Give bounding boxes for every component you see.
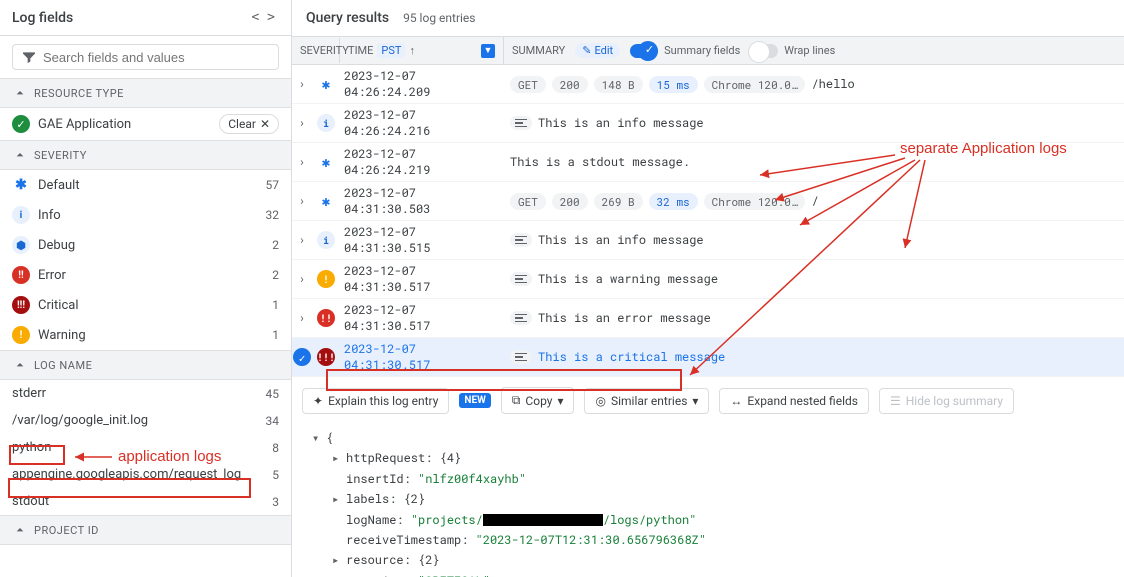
timestamp: 2023-12-07 04:31:30.503 bbox=[340, 185, 504, 217]
severity-icon: !!! bbox=[317, 348, 335, 366]
search-input-wrap[interactable] bbox=[12, 44, 279, 70]
log-detail-json: ▾{ ▸httpRequest: {4} insertId: "nlfz00f4… bbox=[292, 424, 1124, 577]
log-message: This is a warning message bbox=[504, 271, 1124, 287]
expand-icon[interactable]: › bbox=[292, 310, 312, 326]
resource-type-item[interactable]: ✓GAE Application Clear✕ bbox=[0, 108, 291, 140]
asterisk-icon: ✱ bbox=[12, 176, 30, 194]
detail-toolbar: ✦ Explain this log entry NEW ⧉ Copy ▾ ◎ … bbox=[292, 377, 1124, 424]
log-list: › ✱ 2023-12-07 04:26:24.209GET200148 B15 m… bbox=[292, 65, 1124, 377]
entry-count: 95 log entries bbox=[403, 11, 475, 25]
log-row[interactable]: › ✱ 2023-12-07 04:26:24.209GET200148 B15 m… bbox=[292, 65, 1124, 104]
severity-icon: i bbox=[317, 114, 335, 132]
warning-icon: ! bbox=[12, 326, 30, 344]
debug-icon: ⬢ bbox=[12, 236, 30, 254]
timestamp: 2023-12-07 04:31:30.517 bbox=[340, 341, 504, 373]
summary-fields-toggle[interactable] bbox=[630, 44, 658, 58]
column-header: SEVERITY TIME PST ↑ ▼ SUMMARY ✎ Edit Sum… bbox=[292, 37, 1124, 65]
log-message: This is an info message bbox=[504, 115, 1124, 131]
copy-button[interactable]: ⧉ Copy ▾ bbox=[501, 387, 575, 414]
log-row[interactable]: › i 2023-12-07 04:31:30.515This is an info… bbox=[292, 221, 1124, 260]
expand-icon[interactable]: › bbox=[292, 232, 312, 248]
timestamp: 2023-12-07 04:26:24.209 bbox=[340, 68, 504, 100]
log-message: This is a stdout message. bbox=[504, 154, 1124, 170]
log-message: This is an info message bbox=[504, 232, 1124, 248]
code-toggle-icon[interactable]: < > bbox=[248, 8, 279, 27]
chevron-up-icon bbox=[12, 522, 28, 538]
expand-icon[interactable]: › bbox=[292, 154, 312, 170]
search-input[interactable] bbox=[43, 50, 270, 65]
severity-icon: ! bbox=[317, 270, 335, 288]
col-summary: SUMMARY ✎ Edit Summary fields Wrap lines bbox=[504, 39, 1124, 62]
expand-icon[interactable]: › bbox=[292, 115, 312, 131]
sidebar-header: Log fields < > bbox=[0, 0, 291, 36]
sev-critical[interactable]: !!!Critical1 bbox=[0, 290, 291, 320]
main-header: Query results 95 log entries bbox=[292, 0, 1124, 37]
hide-summary-button[interactable]: ☰ Hide log summary bbox=[879, 388, 1014, 414]
section-project-id[interactable]: PROJECT ID bbox=[0, 515, 291, 545]
new-badge: NEW bbox=[459, 393, 490, 408]
severity-icon: ✱ bbox=[317, 153, 335, 171]
logname-python[interactable]: python8 bbox=[0, 434, 291, 461]
timestamp: 2023-12-07 04:26:24.216 bbox=[340, 107, 504, 139]
critical-icon: !!! bbox=[12, 296, 30, 314]
severity-icon: i bbox=[317, 231, 335, 249]
log-row[interactable]: ✓!!! 2023-12-07 04:31:30.517This is a cri… bbox=[292, 338, 1124, 377]
clear-chip[interactable]: Clear✕ bbox=[219, 114, 279, 134]
explain-button[interactable]: ✦ Explain this log entry bbox=[302, 388, 449, 414]
time-dropdown-icon[interactable]: ▼ bbox=[481, 44, 495, 58]
severity-icon: ✱ bbox=[317, 75, 335, 93]
log-message: GET200269 B32 msChrome 120.0…/ bbox=[504, 193, 1124, 210]
col-time[interactable]: TIME PST ↑ ▼ bbox=[340, 37, 504, 64]
edit-chip[interactable]: ✎ Edit bbox=[575, 43, 620, 58]
expand-icon[interactable]: › bbox=[292, 76, 312, 92]
wrap-lines-toggle[interactable] bbox=[750, 44, 778, 58]
section-log-name[interactable]: LOG NAME bbox=[0, 350, 291, 380]
sidebar-title: Log fields bbox=[12, 10, 73, 26]
sev-default[interactable]: ✱Default57 bbox=[0, 170, 291, 200]
log-message: This is an error message bbox=[504, 310, 1124, 326]
log-row[interactable]: › ✱ 2023-12-07 04:26:24.219This is a stdou… bbox=[292, 143, 1124, 182]
section-resource-type[interactable]: RESOURCE TYPE bbox=[0, 78, 291, 108]
query-results-title: Query results bbox=[306, 10, 389, 26]
sidebar: Log fields < > RESOURCE TYPE ✓GAE Applic… bbox=[0, 0, 292, 577]
expand-button[interactable]: ↔ Expand nested fields bbox=[719, 388, 869, 414]
logname-requestlog[interactable]: appengine.googleapis.com/request_log5 bbox=[0, 461, 291, 488]
col-severity[interactable]: SEVERITY bbox=[292, 38, 340, 63]
chevron-up-icon bbox=[12, 85, 28, 101]
log-message: GET200148 B15 msChrome 120.0…/hello bbox=[504, 76, 1124, 93]
expand-icon[interactable]: › bbox=[292, 193, 312, 209]
log-row[interactable]: › i 2023-12-07 04:26:24.216This is an info… bbox=[292, 104, 1124, 143]
expand-icon[interactable]: › bbox=[292, 271, 312, 287]
section-severity[interactable]: SEVERITY bbox=[0, 140, 291, 170]
close-icon: ✕ bbox=[260, 117, 270, 131]
sev-info[interactable]: iInfo32 bbox=[0, 200, 291, 230]
chevron-up-icon bbox=[12, 147, 28, 163]
timestamp: 2023-12-07 04:31:30.515 bbox=[340, 224, 504, 256]
main: Query results 95 log entries SEVERITY TI… bbox=[292, 0, 1124, 577]
log-message: This is a critical message bbox=[504, 349, 1124, 365]
log-row[interactable]: ›!! 2023-12-07 04:31:30.517This is an err… bbox=[292, 299, 1124, 338]
info-icon: i bbox=[12, 206, 30, 224]
severity-icon: ✱ bbox=[317, 192, 335, 210]
logname-googleinit[interactable]: /var/log/google_init.log34 bbox=[0, 407, 291, 434]
filter-icon bbox=[21, 49, 37, 65]
error-icon: !! bbox=[12, 266, 30, 284]
log-row[interactable]: ›! 2023-12-07 04:31:30.517This is a warni… bbox=[292, 260, 1124, 299]
sev-debug[interactable]: ⬢Debug2 bbox=[0, 230, 291, 260]
timezone-badge: PST bbox=[377, 43, 405, 58]
log-row[interactable]: › ✱ 2023-12-07 04:31:30.503GET200269 B32 m… bbox=[292, 182, 1124, 221]
timestamp: 2023-12-07 04:31:30.517 bbox=[340, 263, 504, 295]
logname-stdout[interactable]: stdout3 bbox=[0, 488, 291, 515]
timestamp: 2023-12-07 04:31:30.517 bbox=[340, 302, 504, 334]
timestamp: 2023-12-07 04:26:24.219 bbox=[340, 146, 504, 178]
sev-error[interactable]: !!Error2 bbox=[0, 260, 291, 290]
sev-warning[interactable]: !Warning1 bbox=[0, 320, 291, 350]
similar-button[interactable]: ◎ Similar entries ▾ bbox=[584, 388, 709, 414]
expand-icon[interactable]: ✓ bbox=[292, 348, 312, 366]
severity-icon: !! bbox=[317, 309, 335, 327]
chevron-up-icon bbox=[12, 357, 28, 373]
logname-stderr[interactable]: stderr45 bbox=[0, 380, 291, 407]
sort-asc-icon[interactable]: ↑ bbox=[409, 44, 415, 57]
check-icon: ✓ bbox=[12, 115, 30, 133]
